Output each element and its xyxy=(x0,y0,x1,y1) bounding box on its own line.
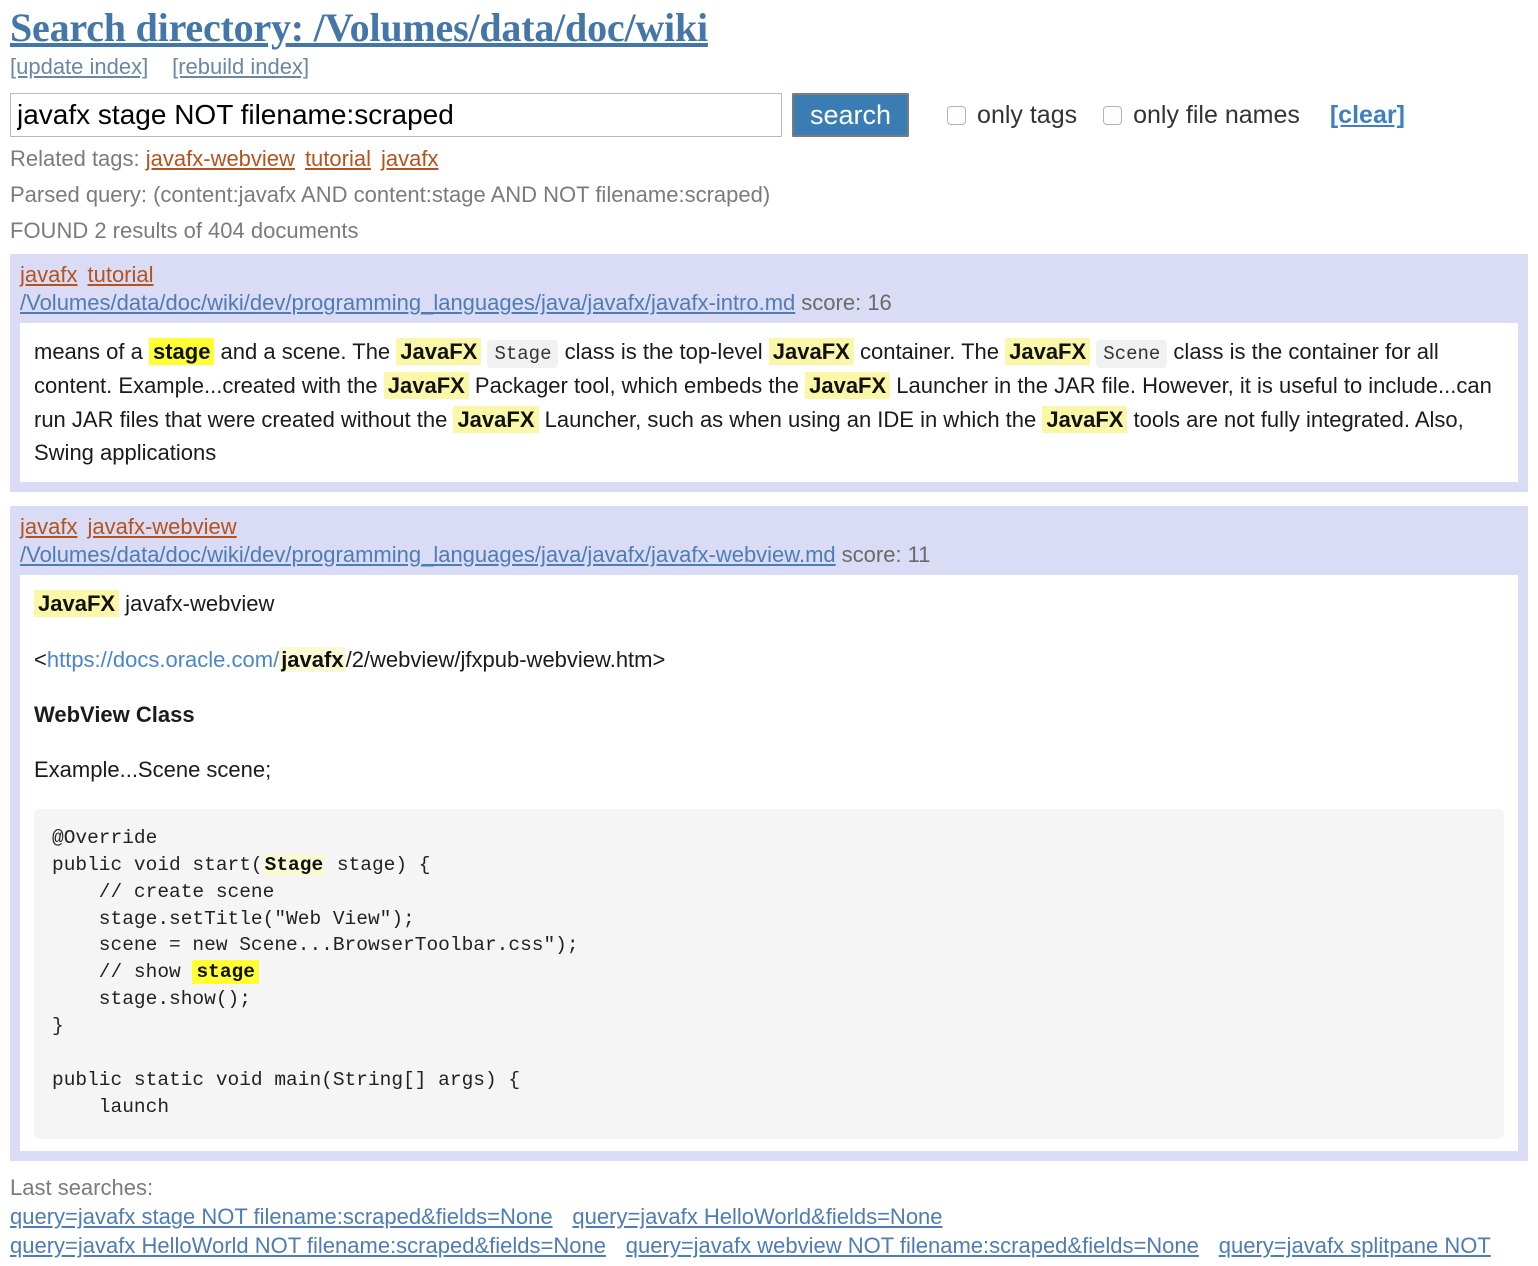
page-title: Search directory: /Volumes/data/doc/wiki xyxy=(10,5,708,50)
text-run: Example...Scene scene; xyxy=(34,757,272,783)
result-tag-link[interactable]: javafx xyxy=(20,514,77,539)
text-run: means of a xyxy=(34,339,149,365)
update-index-link[interactable]: [update index] xyxy=(10,54,148,79)
last-searches-label: Last searches: xyxy=(10,1174,154,1200)
only-tags-label: only tags xyxy=(977,100,1078,129)
snippet-paragraph: <https://docs.oracle.com/javafx/2/webvie… xyxy=(34,643,1504,676)
search-result: javafx javafx-webview/Volumes/data/doc/wi… xyxy=(10,505,1528,1161)
index-actions: [update index] [rebuild index] xyxy=(10,55,1528,79)
snippet-paragraph: means of a stage and a scene. The JavaFX… xyxy=(34,335,1504,469)
search-options: only tags only file names [clear] xyxy=(947,101,1405,130)
highlight-term: JavaFX xyxy=(1042,405,1128,433)
inline-code: Scene xyxy=(1096,340,1168,369)
text-run: javafx-webview xyxy=(119,591,275,617)
related-tag-link[interactable]: javafx-webview xyxy=(146,146,295,171)
only-tags-checkbox[interactable] xyxy=(947,105,967,125)
bold-text: WebView Class xyxy=(34,701,195,727)
highlight-term: stage xyxy=(192,960,259,985)
text-run: Launcher, such as when using an IDE in w… xyxy=(538,406,1043,432)
only-file-names-checkbox[interactable] xyxy=(1103,105,1123,125)
last-search-link[interactable]: query=javafx HelloWorld&fields=None xyxy=(572,1204,942,1229)
text-run: and a scene. The xyxy=(214,339,397,365)
related-tags-row: Related tags: javafx-webview tutorial java… xyxy=(10,146,1528,173)
result-snippet: JavaFX javafx-webview <https://docs.oracl… xyxy=(20,575,1518,1151)
related-tag-link[interactable]: tutorial xyxy=(305,146,371,171)
last-search-link[interactable]: query=javafx splitpane NOT xyxy=(1219,1233,1491,1258)
highlight-term: stage xyxy=(148,338,215,366)
related-tags-label: Related tags: xyxy=(10,146,140,172)
search-input[interactable] xyxy=(10,93,782,138)
clear-link[interactable]: [clear] xyxy=(1330,101,1405,130)
result-count: FOUND 2 results of 404 documents xyxy=(10,218,359,244)
text-run: stage.show(); } public static void main(… xyxy=(52,988,521,1118)
text-run: /2/webview/jfxpub-webview.htm> xyxy=(345,646,666,672)
text-run: class is the top-level xyxy=(558,339,769,365)
result-score: score: 16 xyxy=(801,290,892,315)
results-list: javafx tutorial/Volumes/data/doc/wiki/dev… xyxy=(10,253,1528,1161)
last-searches: Last searches: query=javafx stage NOT fi… xyxy=(10,1175,1528,1266)
result-path-link[interactable]: /Volumes/data/doc/wiki/dev/programming_l… xyxy=(20,290,795,315)
result-tag-link[interactable]: tutorial xyxy=(87,262,153,287)
related-tags-list: javafx-webview tutorial javafx xyxy=(146,146,449,171)
last-search-link[interactable]: query=javafx stage NOT filename:scraped&… xyxy=(10,1204,553,1229)
result-path-link[interactable]: /Volumes/data/doc/wiki/dev/programming_l… xyxy=(20,542,836,567)
highlight-term: JavaFX xyxy=(453,405,539,433)
inline-link: https://docs.oracle.com/ xyxy=(46,646,280,672)
snippet-code-block: @Override public void start(Stage stage)… xyxy=(34,808,1504,1139)
parsed-query: Parsed query: (content:javafx AND conten… xyxy=(10,182,771,208)
search-result: javafx tutorial/Volumes/data/doc/wiki/dev… xyxy=(10,253,1528,492)
related-tag-link[interactable]: javafx xyxy=(381,146,438,171)
search-page: Search directory: /Volumes/data/doc/wiki… xyxy=(0,0,1538,1266)
last-search-link[interactable]: query=javafx HelloWorld NOT filename:scr… xyxy=(10,1233,606,1258)
result-path-row: /Volumes/data/doc/wiki/dev/programming_l… xyxy=(20,542,1518,568)
text-run: Packager tool, which embeds the xyxy=(468,373,806,399)
text-run: @Override public void start( xyxy=(52,826,263,876)
highlight-term: Stage xyxy=(262,853,326,876)
text-run: container. The xyxy=(853,339,1006,365)
snippet-paragraph: Example...Scene scene; xyxy=(34,753,1504,786)
highlight-term: JavaFX xyxy=(396,338,482,366)
only-file-names-label: only file names xyxy=(1133,100,1300,129)
result-path-row: /Volumes/data/doc/wiki/dev/programming_l… xyxy=(20,290,1518,316)
result-snippet: means of a stage and a scene. The JavaFX… xyxy=(20,323,1518,482)
result-tag-link[interactable]: javafx xyxy=(20,262,77,287)
rebuild-index-link[interactable]: [rebuild index] xyxy=(172,54,309,79)
result-tag-link[interactable]: javafx-webview xyxy=(87,514,236,539)
highlight-term: JavaFX xyxy=(805,372,891,400)
result-tags: javafx javafx-webview xyxy=(20,514,1518,540)
result-tags: javafx tutorial xyxy=(20,262,1518,288)
search-button[interactable]: search xyxy=(792,93,910,138)
highlight-term: JavaFX xyxy=(1005,338,1091,366)
text-run: < xyxy=(34,646,47,672)
inline-code: Stage xyxy=(487,340,559,369)
highlight-term: javafx xyxy=(279,646,346,672)
snippet-paragraph: JavaFX javafx-webview xyxy=(34,587,1504,620)
result-score: score: 11 xyxy=(841,541,931,567)
highlight-term: JavaFX xyxy=(768,338,854,366)
search-bar: search only tags only file names [clear] xyxy=(10,93,1528,138)
highlight-term: JavaFX xyxy=(383,372,469,400)
snippet-paragraph: WebView Class xyxy=(34,698,1504,731)
last-searches-links: query=javafx stage NOT filename:scraped&… xyxy=(10,1203,1528,1260)
highlight-term: JavaFX xyxy=(34,590,120,618)
last-search-link[interactable]: query=javafx webview NOT filename:scrape… xyxy=(626,1233,1199,1258)
